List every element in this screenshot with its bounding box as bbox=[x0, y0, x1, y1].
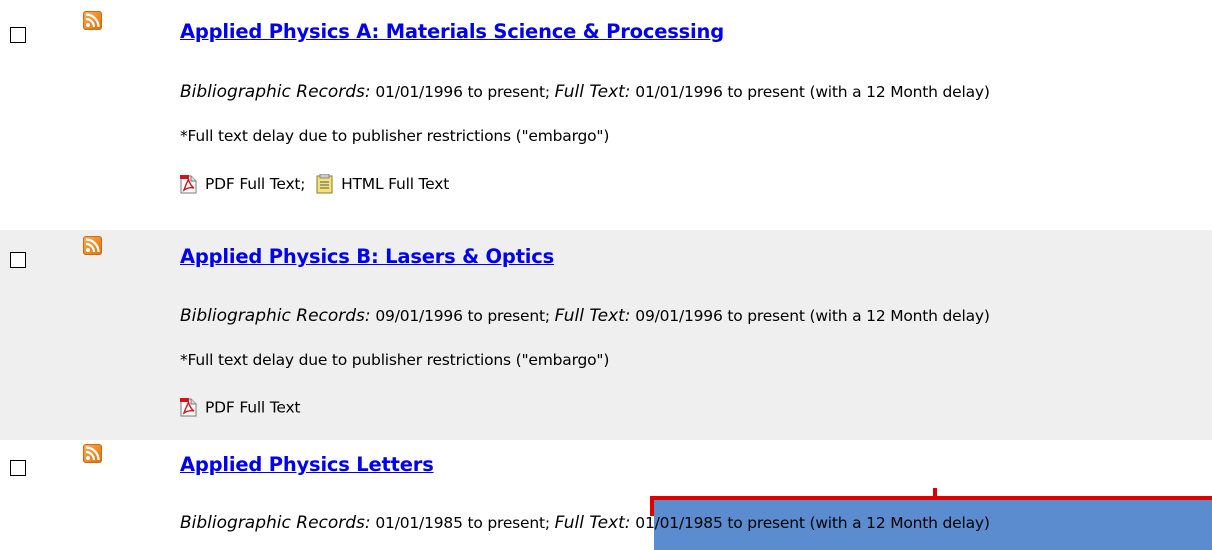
fulltext-links: PDF Full Text; HTML Full Text bbox=[180, 173, 449, 194]
biblio-label: Bibliographic Records: bbox=[180, 82, 371, 102]
pdf-icon[interactable] bbox=[180, 174, 197, 194]
fulltext-label: Full Text: bbox=[554, 306, 631, 326]
pdf-fulltext-link[interactable]: PDF Full Text; bbox=[205, 175, 306, 193]
record-select-checkbox[interactable] bbox=[10, 252, 26, 268]
coverage-info: Bibliographic Records: 09/01/1996 to pre… bbox=[180, 306, 990, 326]
biblio-value: 09/01/1996 to present; bbox=[375, 307, 550, 325]
biblio-label: Bibliographic Records: bbox=[180, 513, 371, 533]
journal-title-link[interactable]: Applied Physics B: Lasers & Optics bbox=[180, 245, 554, 268]
html-document-icon[interactable] bbox=[316, 173, 333, 194]
fulltext-value: 01/01/1985 to present (with a 12 Month d… bbox=[635, 514, 990, 532]
pdf-fulltext-link[interactable]: PDF Full Text bbox=[205, 399, 301, 417]
journal-title-link[interactable]: Applied Physics A: Materials Science & P… bbox=[180, 20, 724, 43]
rss-feed-icon[interactable] bbox=[83, 444, 102, 463]
biblio-label: Bibliographic Records: bbox=[180, 306, 371, 326]
fulltext-label: Full Text: bbox=[554, 513, 631, 533]
fulltext-value: 01/01/1996 to present (with a 12 Month d… bbox=[635, 83, 990, 101]
embargo-note: *Full text delay due to publisher restri… bbox=[180, 351, 610, 369]
html-fulltext-link[interactable]: HTML Full Text bbox=[341, 175, 449, 193]
record-select-checkbox[interactable] bbox=[10, 460, 26, 476]
record-row: Applied Physics A: Materials Science & P… bbox=[0, 0, 1212, 230]
record-select-checkbox[interactable] bbox=[10, 27, 26, 43]
rss-feed-icon[interactable] bbox=[83, 236, 102, 255]
biblio-value: 01/01/1996 to present; bbox=[375, 83, 550, 101]
biblio-value: 01/01/1985 to present; bbox=[375, 514, 550, 532]
rss-feed-icon[interactable] bbox=[83, 11, 102, 30]
fulltext-value: 09/01/1996 to present (with a 12 Month d… bbox=[635, 307, 990, 325]
fulltext-links: PDF Full Text bbox=[180, 398, 301, 417]
coverage-info: Bibliographic Records: 01/01/1985 to pre… bbox=[180, 513, 990, 533]
record-row: Applied Physics B: Lasers & Optics Bibli… bbox=[0, 230, 1212, 440]
embargo-note: *Full text delay due to publisher restri… bbox=[180, 127, 610, 145]
annotation-bracket-top bbox=[650, 496, 1212, 500]
annotation-bracket-tick bbox=[933, 488, 937, 498]
pdf-icon[interactable] bbox=[180, 398, 197, 417]
journal-title-link[interactable]: Applied Physics Letters bbox=[180, 453, 434, 476]
fulltext-label: Full Text: bbox=[554, 82, 631, 102]
coverage-info: Bibliographic Records: 01/01/1996 to pre… bbox=[180, 82, 990, 102]
